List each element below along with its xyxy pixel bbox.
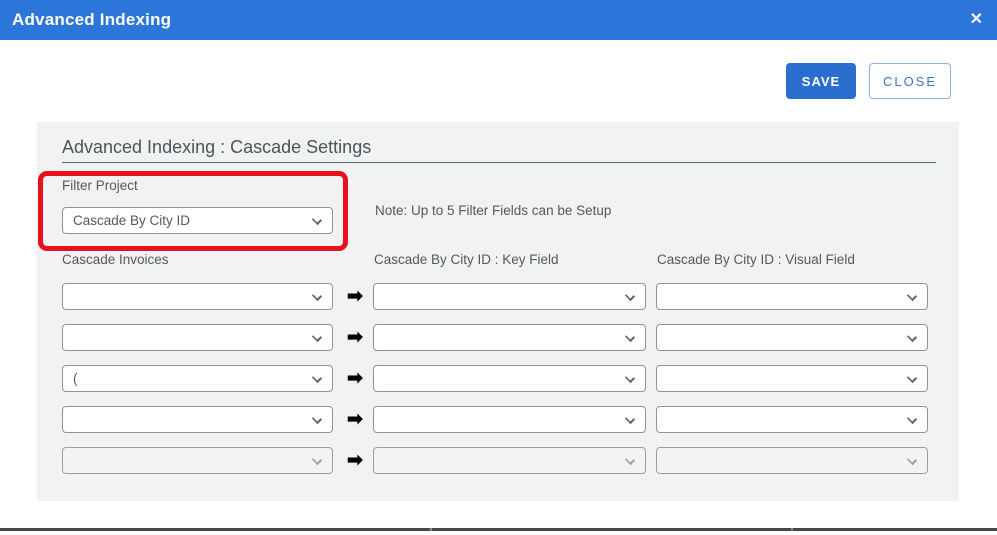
modal-title: Advanced Indexing <box>0 10 171 30</box>
filter-project-label: Filter Project <box>62 178 138 193</box>
chevron-down-icon <box>312 332 322 342</box>
chevron-down-icon <box>625 332 635 342</box>
visual-field-select-2[interactable] <box>656 324 928 351</box>
chevron-down-icon <box>312 215 322 225</box>
visual-field-select-5 <box>656 447 928 474</box>
arrow-right-icon: ➡ <box>343 324 367 351</box>
cascade-invoices-select-2[interactable] <box>62 324 333 351</box>
arrow-right-icon: ➡ <box>343 365 367 392</box>
panel-heading: Advanced Indexing : Cascade Settings <box>62 137 371 158</box>
key-field-select-5 <box>373 447 646 474</box>
chevron-down-icon <box>907 373 917 383</box>
column-header-key-field: Cascade By City ID : Key Field <box>374 252 559 267</box>
key-field-select-3[interactable] <box>373 365 646 392</box>
filter-project-value: Cascade By City ID <box>73 213 190 228</box>
column-header-visual-field: Cascade By City ID : Visual Field <box>657 252 855 267</box>
visual-field-select-3[interactable] <box>656 365 928 392</box>
arrow-right-icon: ➡ <box>343 447 367 474</box>
chevron-down-icon <box>312 455 322 465</box>
arrow-right-icon: ➡ <box>343 406 367 433</box>
visual-field-select-4[interactable] <box>656 406 928 433</box>
column-header-cascade-invoices: Cascade Invoices <box>62 252 169 267</box>
chevron-down-icon <box>312 291 322 301</box>
chevron-down-icon <box>312 414 322 424</box>
chevron-down-icon <box>625 414 635 424</box>
chevron-down-icon <box>907 455 917 465</box>
cascade-invoices-select-3[interactable]: ( <box>62 365 333 392</box>
chevron-down-icon <box>907 414 917 424</box>
filter-project-select[interactable]: Cascade By City ID <box>62 207 333 234</box>
cascade-invoices-select-1[interactable] <box>62 283 333 310</box>
heading-divider <box>62 162 936 163</box>
close-button[interactable]: CLOSE <box>869 63 951 99</box>
chevron-down-icon <box>907 291 917 301</box>
key-field-select-2[interactable] <box>373 324 646 351</box>
modal-titlebar: Advanced Indexing ✕ <box>0 0 997 40</box>
chevron-down-icon <box>625 291 635 301</box>
chevron-down-icon <box>625 373 635 383</box>
bottom-edge-gap <box>430 528 432 531</box>
visual-field-select-1[interactable] <box>656 283 928 310</box>
cascade-settings-panel: Advanced Indexing : Cascade Settings Fil… <box>37 122 959 501</box>
select-value: ( <box>73 371 78 386</box>
bottom-edge-divider <box>0 528 997 531</box>
cascade-invoices-select-5 <box>62 447 333 474</box>
key-field-select-4[interactable] <box>373 406 646 433</box>
bottom-edge-gap <box>791 528 793 531</box>
save-button[interactable]: SAVE <box>786 63 856 99</box>
key-field-select-1[interactable] <box>373 283 646 310</box>
note-text: Note: Up to 5 Filter Fields can be Setup <box>375 203 611 218</box>
chevron-down-icon <box>907 332 917 342</box>
close-icon[interactable]: ✕ <box>970 12 983 28</box>
cascade-invoices-select-4[interactable] <box>62 406 333 433</box>
arrow-right-icon: ➡ <box>343 283 367 310</box>
chevron-down-icon <box>625 455 635 465</box>
chevron-down-icon <box>312 373 322 383</box>
